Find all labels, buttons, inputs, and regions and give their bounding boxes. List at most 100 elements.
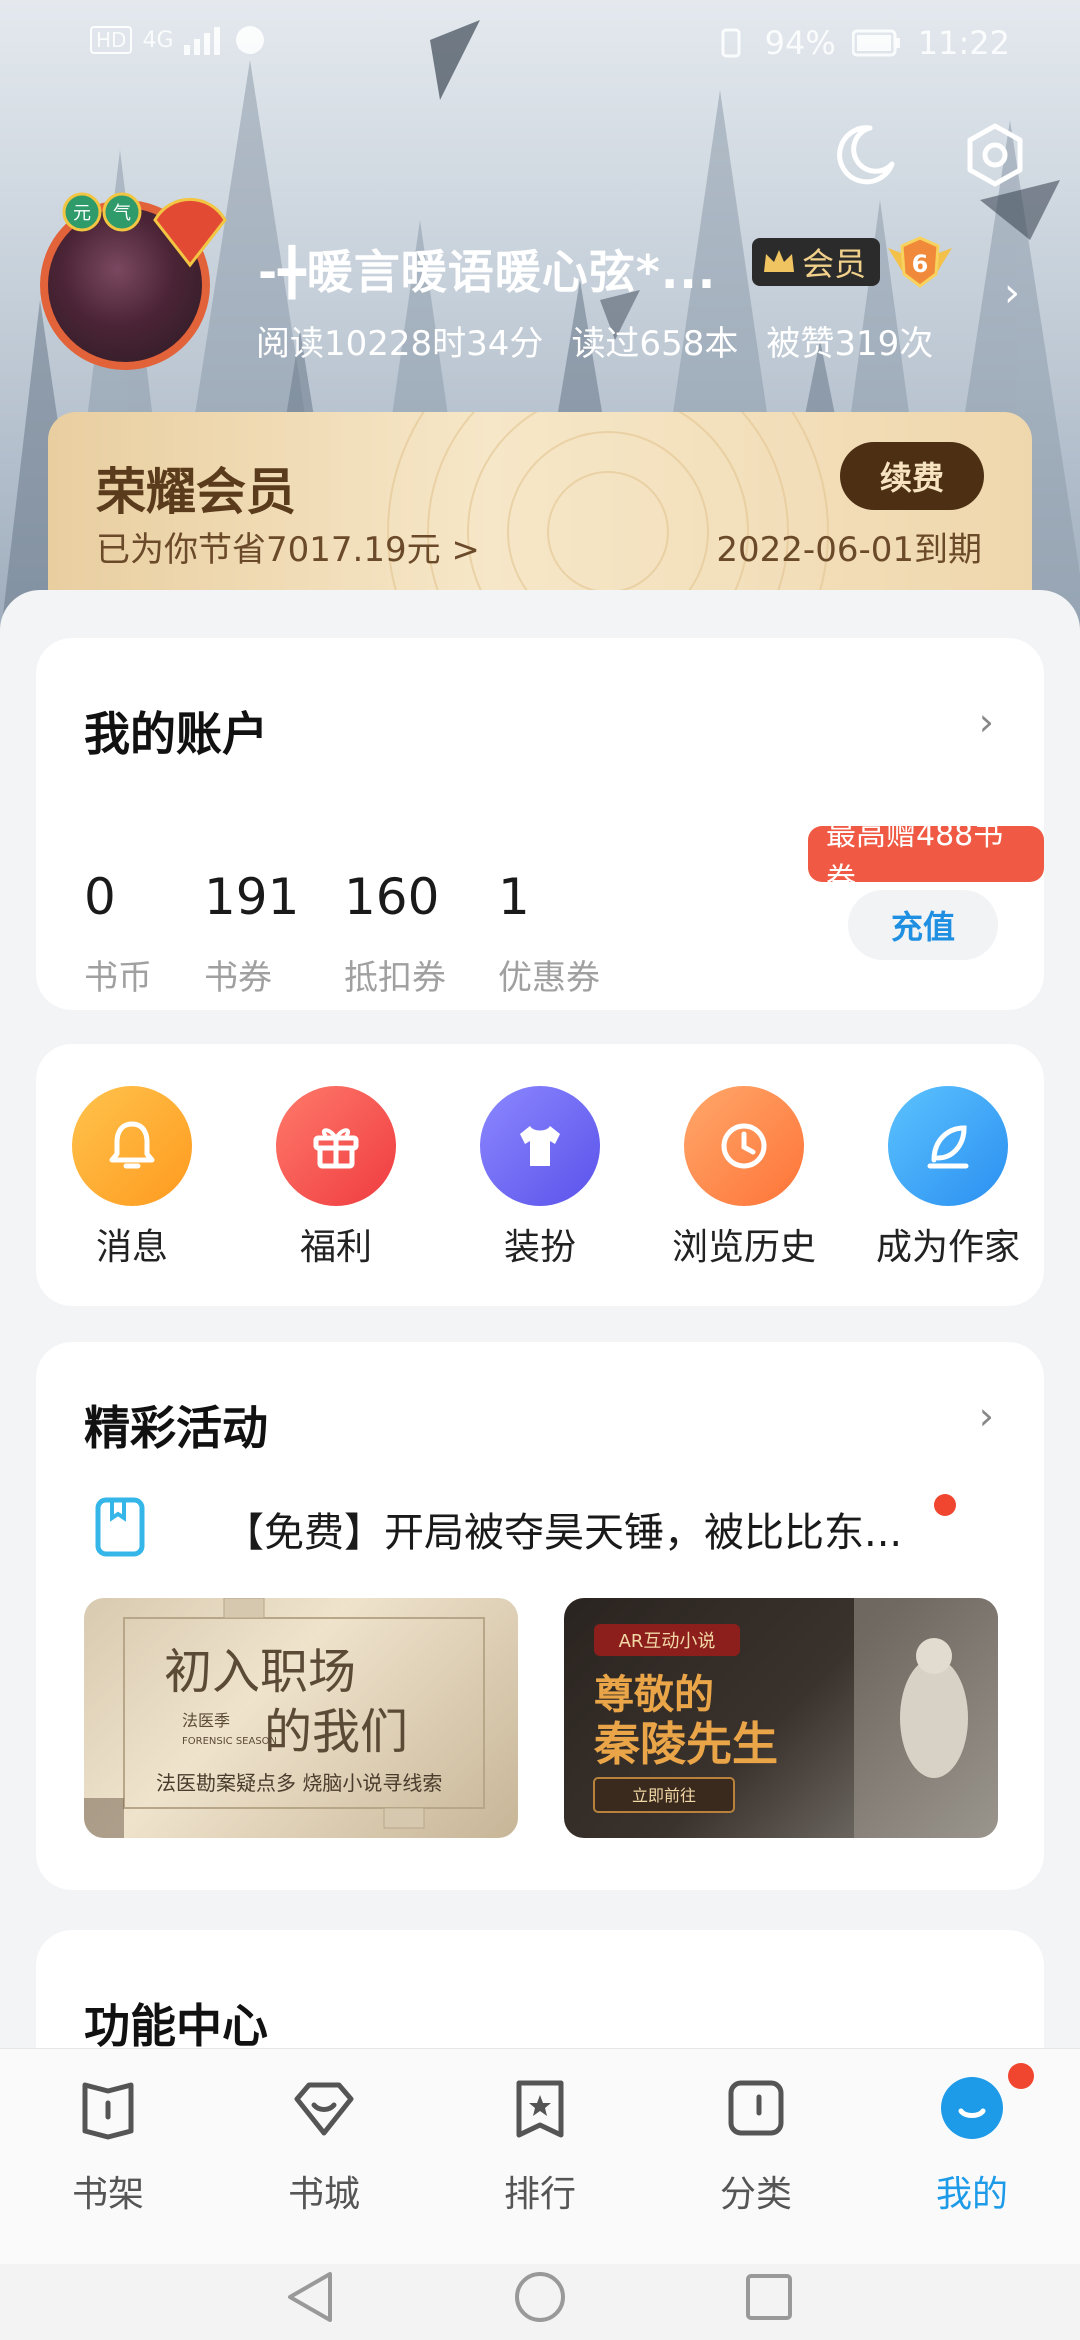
battery-percent: 94% <box>764 24 836 62</box>
forensic-banner-tag: 法医季 <box>182 1711 230 1730</box>
bookshelf-icon <box>82 2082 134 2140</box>
crown-icon <box>764 250 794 272</box>
coins-label: 书币 <box>84 958 152 998</box>
account-card: 我的账户 › 0 书币 191 书券 160 抵扣券 1 优惠券 最高赠488书… <box>36 638 1044 1010</box>
shortcut-benefits-label: 福利 <box>299 1227 372 1268</box>
bell-icon <box>72 1086 192 1206</box>
avatar-badge-char-1: 元 <box>73 203 91 224</box>
avatar-badge-char-2: 气 <box>113 203 131 224</box>
status-bar: HD 4G 94% 11:22 <box>0 18 1080 68</box>
signal-icon <box>183 27 220 55</box>
forensic-banner-title-line2: 的我们 <box>264 1704 408 1760</box>
events-chevron-icon[interactable]: › <box>979 1394 994 1438</box>
qinling-banner-button: 立即前往 <box>632 1786 696 1805</box>
profile-icon <box>941 2077 1003 2139</box>
battery-icon <box>851 29 900 57</box>
avatar-frame-decoration: 元 气 <box>62 192 227 268</box>
vouchers-label: 书券 <box>204 958 272 998</box>
nav-bookstore-label: 书城 <box>287 2174 360 2215</box>
reading-stats: 阅读10228时34分 读过658本 被赞319次 <box>256 316 933 365</box>
nav-profile-label: 我的 <box>935 2174 1008 2215</box>
shortcut-dressup-label: 装扮 <box>503 1227 576 1268</box>
nav-bookstore[interactable]: 书城 <box>244 2073 404 2217</box>
event-new-dot <box>934 1494 956 1516</box>
book-icon <box>95 1497 145 1557</box>
clock: 11:22 <box>917 24 1010 62</box>
event-banner-qinling[interactable]: AR互动小说 尊敬的 秦陵先生 立即前往 <box>564 1598 998 1838</box>
vip-title: 荣耀会员 <box>96 463 296 521</box>
level-number: 6 <box>912 250 929 278</box>
books-read: 读过658本 <box>571 324 739 364</box>
recharge-button[interactable]: 充值 <box>848 890 998 960</box>
hd-indicator: HD <box>90 26 133 54</box>
account-chevron-icon[interactable]: › <box>979 700 994 744</box>
nav-profile[interactable]: 我的 <box>892 2063 1052 2217</box>
back-icon[interactable] <box>288 2272 332 2322</box>
shortcut-dressup[interactable]: 装扮 <box>450 1086 630 1270</box>
shortcut-become-author[interactable]: 成为作家 <box>858 1086 1038 1270</box>
username[interactable]: -╋暖言暖语暖心弦*... <box>258 236 716 302</box>
settings-icon[interactable] <box>960 120 1030 190</box>
vip-savings-link[interactable]: 已为你节省7017.19元 > <box>96 522 480 571</box>
function-center-title: 功能中心 <box>84 1999 268 2053</box>
shortcut-history[interactable]: 浏览历史 <box>654 1086 834 1270</box>
reading-time: 阅读10228时34分 <box>256 324 544 364</box>
coins-value[interactable]: 0 <box>84 868 116 926</box>
nav-bookshelf-label: 书架 <box>71 2174 144 2215</box>
event-banner-forensic[interactable]: 初入职场 的我们 法医季 FORENSIC SEASON 法医勘案疑点多 烧脑小… <box>84 1598 518 1838</box>
nav-bookshelf[interactable]: 书架 <box>28 2073 188 2217</box>
qinling-banner-art: AR互动小说 尊敬的 秦陵先生 立即前往 <box>593 1598 998 1838</box>
forensic-banner-title-line1: 初入职场 <box>164 1644 356 1700</box>
qinling-banner-tag: AR互动小说 <box>619 1631 716 1652</box>
likes-received: 被赞319次 <box>766 324 934 364</box>
account-title[interactable]: 我的账户 <box>84 698 268 764</box>
level-badge[interactable]: 6 <box>884 234 956 290</box>
event-headline[interactable]: 【免费】开局被夺昊天锤，被比比东... <box>224 1500 902 1558</box>
vip-card[interactable]: 荣耀会员 已为你节省7017.19元 > 2022-06-01到期 续费 <box>48 412 1032 602</box>
recents-icon[interactable] <box>746 2274 792 2320</box>
category-icon <box>728 2080 784 2136</box>
system-nav-bar <box>0 2264 1080 2340</box>
notification-app-icon <box>235 26 264 54</box>
vip-expiry: 2022-06-01到期 <box>716 530 982 570</box>
shortcut-become-author-label: 成为作家 <box>875 1227 1020 1268</box>
deduction-coupons-value[interactable]: 160 <box>344 868 439 926</box>
shortcut-history-label: 浏览历史 <box>671 1227 816 1268</box>
qinling-banner-title-1: 尊敬的 <box>594 1671 714 1718</box>
nav-ranking-label: 排行 <box>503 2174 576 2215</box>
clock-icon <box>684 1086 804 1206</box>
shortcut-messages-label: 消息 <box>95 1227 168 1268</box>
events-title[interactable]: 精彩活动 <box>84 1392 268 1458</box>
profile-chevron-icon[interactable]: › <box>1004 270 1020 316</box>
vouchers-value[interactable]: 191 <box>204 868 299 926</box>
shortcut-messages[interactable]: 消息 <box>42 1086 222 1270</box>
shortcut-benefits[interactable]: 福利 <box>246 1086 426 1270</box>
renew-button[interactable]: 续费 <box>840 442 984 510</box>
feather-icon <box>888 1086 1008 1206</box>
shirt-icon <box>480 1086 600 1206</box>
events-card: 精彩活动 › 【免费】开局被夺昊天锤，被比比东... 初入职场 的我们 法医季 … <box>36 1342 1044 1890</box>
bottom-nav: 书架 书城 排行 分类 我的 <box>0 2048 1080 2264</box>
nav-category[interactable]: 分类 <box>676 2073 836 2217</box>
bookstore-icon <box>294 2082 354 2136</box>
vibrate-icon <box>721 28 741 58</box>
discount-coupons-value[interactable]: 1 <box>498 868 530 926</box>
profile-new-dot <box>1008 2063 1034 2089</box>
ranking-icon <box>516 2080 564 2138</box>
gift-icon <box>276 1086 396 1206</box>
forensic-banner-art: 初入职场 的我们 法医季 FORENSIC SEASON 法医勘案疑点多 烧脑小… <box>84 1598 485 1838</box>
network-indicator: 4G <box>142 27 174 53</box>
forensic-banner-tag-en: FORENSIC SEASON <box>182 1736 277 1747</box>
shortcuts-card: 消息 福利 装扮 浏览历史 成为作家 <box>36 1044 1044 1306</box>
event-headline-row[interactable]: 【免费】开局被夺昊天锤，被比比东... <box>84 1490 1004 1570</box>
nav-category-label: 分类 <box>719 2174 792 2215</box>
night-mode-icon[interactable] <box>830 120 900 190</box>
vip-badge[interactable]: 会员 <box>752 238 881 286</box>
main-content: 我的账户 › 0 书币 191 书券 160 抵扣券 1 优惠券 最高赠488书… <box>0 590 1080 2130</box>
vip-badge-label: 会员 <box>802 245 867 283</box>
nav-ranking[interactable]: 排行 <box>460 2073 620 2217</box>
qinling-banner-title-2: 秦陵先生 <box>593 1717 778 1771</box>
discount-coupons-label: 优惠券 <box>498 958 600 998</box>
home-icon[interactable] <box>515 2272 565 2322</box>
recharge-promo-badge: 最高赠488书券 <box>808 818 1044 897</box>
